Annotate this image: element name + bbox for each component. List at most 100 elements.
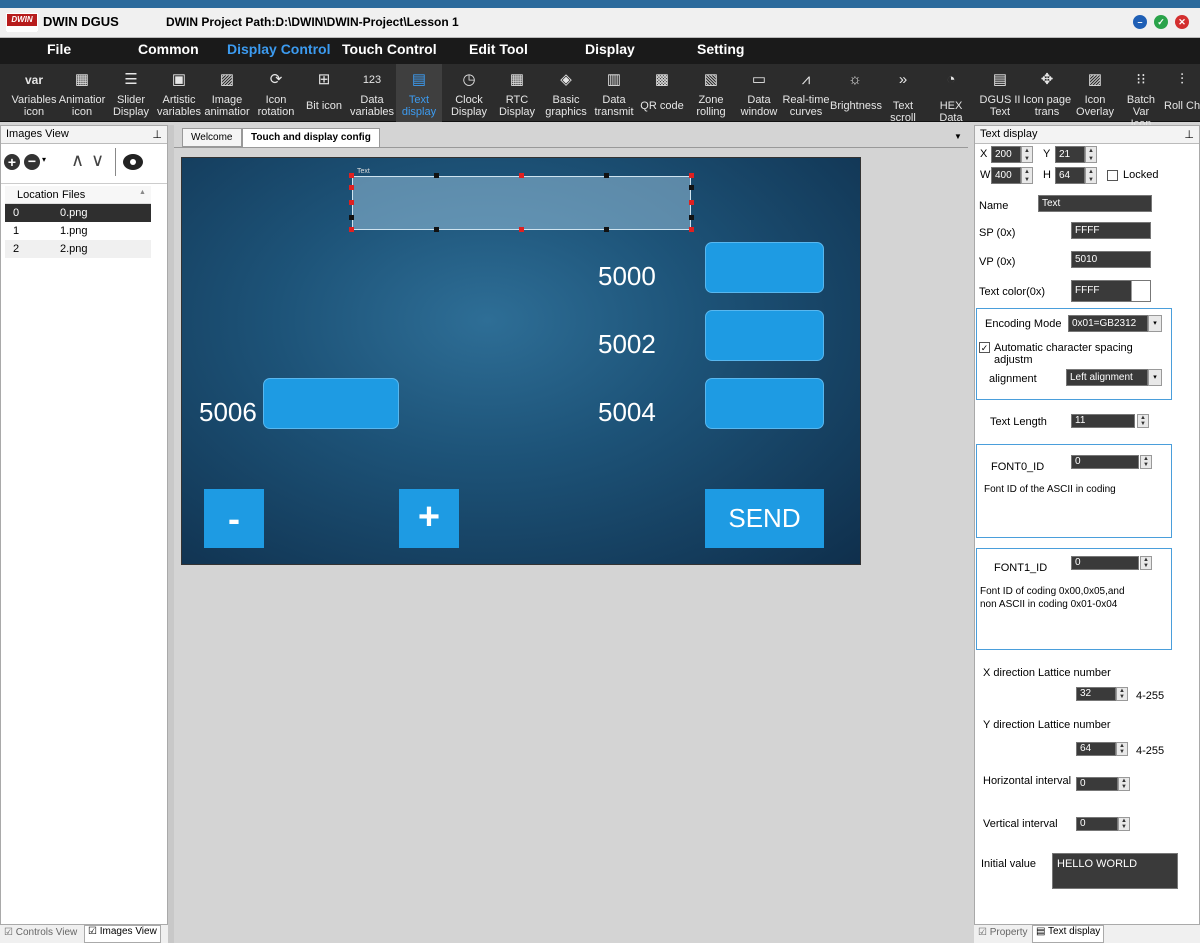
tool-dgus-ii-text[interactable]: ▤ DGUS II Text [977, 64, 1023, 122]
tool-basic-graphics[interactable]: ◈ Basic graphics [542, 64, 590, 122]
w-spinner[interactable]: ▲ ▼ [1021, 167, 1033, 184]
vp-field[interactable]: 5010 [1071, 251, 1151, 268]
tool-realtime-curves[interactable]: ⩘ Real-time curves [782, 64, 830, 122]
tool-animation-icon[interactable]: ▦ Animatior icon [58, 64, 106, 122]
name-field[interactable]: Text [1038, 195, 1152, 212]
resize-handle[interactable] [519, 173, 524, 178]
resize-handle[interactable] [604, 227, 609, 232]
font0-field[interactable]: 0 [1071, 455, 1139, 469]
tab-controls-view[interactable]: ☑ Controls View [4, 927, 77, 938]
resize-handle[interactable] [434, 227, 439, 232]
resize-handle[interactable] [349, 185, 354, 190]
tool-icon-page-trans[interactable]: ✥ Icon page trans [1022, 64, 1072, 122]
tool-artistic-variables[interactable]: ▣ Artistic variables [155, 64, 203, 122]
menu-common[interactable]: Common [138, 41, 199, 57]
minimize-icon[interactable]: – [1133, 15, 1147, 29]
tab-images-view[interactable]: ☑ Images View [84, 925, 161, 943]
tool-text-scroll[interactable]: » Text scroll [880, 64, 926, 124]
tool-text-display[interactable]: ▤ Text display [396, 64, 442, 122]
pin-icon[interactable]: ⊥ [152, 128, 162, 141]
x-spinner[interactable]: ▲ ▼ [1021, 146, 1033, 163]
text-display-control[interactable]: Text [352, 168, 691, 230]
vertical-interval-spinner[interactable]: ▲ ▼ [1118, 817, 1130, 831]
move-down-icon[interactable]: ∨ [91, 150, 104, 171]
resize-handle[interactable] [689, 227, 694, 232]
tool-zone-rolling[interactable]: ▧ Zone rolling [688, 64, 734, 122]
y-lattice-spinner[interactable]: ▲ ▼ [1116, 742, 1128, 756]
resize-handle[interactable] [519, 227, 524, 232]
data-box-5002[interactable] [705, 310, 824, 361]
resize-handle[interactable] [349, 173, 354, 178]
tool-roll-ch[interactable]: ⫶ Roll Ch [1164, 64, 1200, 122]
table-row[interactable]: 2 2.png [5, 240, 151, 258]
font1-field[interactable]: 0 [1071, 556, 1139, 570]
send-button[interactable]: SEND [705, 489, 824, 548]
tool-clock-display[interactable]: ◷ Clock Display [445, 64, 493, 122]
font0-spinner[interactable]: ▲ ▼ [1140, 455, 1152, 469]
data-box-5004[interactable] [705, 378, 824, 429]
tab-dropdown-icon[interactable]: ▼ [954, 132, 962, 141]
tool-brightness[interactable]: ☼ Brightness [830, 64, 882, 122]
tab-text-display[interactable]: ▤ Text display [1032, 925, 1105, 943]
resize-handle[interactable] [689, 173, 694, 178]
horizontal-interval-field[interactable]: 0 [1076, 777, 1118, 791]
tab-property[interactable]: ☑ Property [978, 927, 1028, 938]
tool-image-animation[interactable]: ▨ Image animatior [203, 64, 251, 122]
locked-checkbox[interactable] [1107, 170, 1118, 181]
text-length-spinner[interactable]: ▲ ▼ [1137, 414, 1149, 428]
tab-touch-display-config[interactable]: Touch and display config [242, 128, 380, 147]
menu-display[interactable]: Display [585, 41, 635, 57]
vertical-interval-field[interactable]: 0 [1076, 817, 1118, 831]
maximize-icon[interactable]: ✓ [1154, 15, 1168, 29]
x-field[interactable]: 200 [991, 146, 1021, 163]
tool-bit-icon[interactable]: ⊞ Bit icon [301, 64, 347, 122]
remove-icon[interactable]: − [24, 154, 40, 170]
h-spinner[interactable]: ▲ ▼ [1085, 167, 1097, 184]
remove-dropdown-icon[interactable]: ▾ [42, 155, 46, 164]
design-canvas[interactable]: Text 5000 5002 5004 5006 - + SEND [181, 157, 861, 565]
x-lattice-field[interactable]: 32 [1076, 687, 1116, 701]
text-color-field[interactable]: FFFF [1071, 280, 1151, 302]
close-icon[interactable]: ✕ [1175, 15, 1189, 29]
tool-slider-display[interactable]: ☰ Slider Display [108, 64, 154, 122]
text-length-field[interactable]: 11 [1071, 414, 1135, 428]
resize-handle[interactable] [689, 200, 694, 205]
menu-setting[interactable]: Setting [697, 41, 744, 57]
resize-handle[interactable] [689, 185, 694, 190]
menu-display-control[interactable]: Display Control [227, 41, 330, 57]
tool-variables-icon[interactable]: var Variables icon [10, 64, 58, 122]
y-spinner[interactable]: ▲ ▼ [1085, 146, 1097, 163]
auto-spacing-checkbox[interactable]: ✓ [979, 342, 990, 353]
minus-button[interactable]: - [204, 489, 264, 548]
tool-data-transmit[interactable]: ▥ Data transmit [591, 64, 637, 122]
tool-icon-overlay[interactable]: ▨ Icon Overlay [1072, 64, 1118, 122]
resize-handle[interactable] [349, 200, 354, 205]
y-field[interactable]: 21 [1055, 146, 1085, 163]
alignment-dropdown-icon[interactable]: ▾ [1148, 369, 1162, 386]
menu-edit-tool[interactable]: Edit Tool [469, 41, 528, 57]
data-box-5000[interactable] [705, 242, 824, 293]
tab-welcome[interactable]: Welcome [182, 128, 242, 147]
data-box-5006[interactable] [263, 378, 399, 429]
plus-button[interactable]: + [399, 489, 459, 548]
resize-handle[interactable] [604, 173, 609, 178]
tool-hex-data[interactable]: ◔ HEX Data [927, 64, 975, 124]
move-up-icon[interactable]: ∧ [71, 150, 84, 171]
splitter[interactable] [168, 125, 174, 943]
tool-qr-code[interactable]: ▩ QR code [638, 64, 686, 122]
encoding-dropdown-icon[interactable]: ▾ [1148, 315, 1162, 332]
tool-icon-rotation[interactable]: ⟳ Icon rotation [253, 64, 299, 122]
font1-spinner[interactable]: ▲ ▼ [1140, 556, 1152, 570]
w-field[interactable]: 400 [991, 167, 1021, 184]
h-field[interactable]: 64 [1055, 167, 1085, 184]
y-lattice-field[interactable]: 64 [1076, 742, 1116, 756]
resize-handle[interactable] [434, 173, 439, 178]
pin-icon[interactable]: ⊥ [1184, 128, 1194, 141]
encoding-select[interactable]: 0x01=GB2312 [1068, 315, 1148, 332]
tool-data-window[interactable]: ▭ Data window [736, 64, 782, 122]
table-row[interactable]: 1 1.png [5, 222, 151, 240]
tool-rtc-display[interactable]: ▦ RTC Display [494, 64, 540, 122]
tool-data-variables[interactable]: 123 Data variables [348, 64, 396, 122]
sp-field[interactable]: FFFF [1071, 222, 1151, 239]
horizontal-interval-spinner[interactable]: ▲ ▼ [1118, 777, 1130, 791]
